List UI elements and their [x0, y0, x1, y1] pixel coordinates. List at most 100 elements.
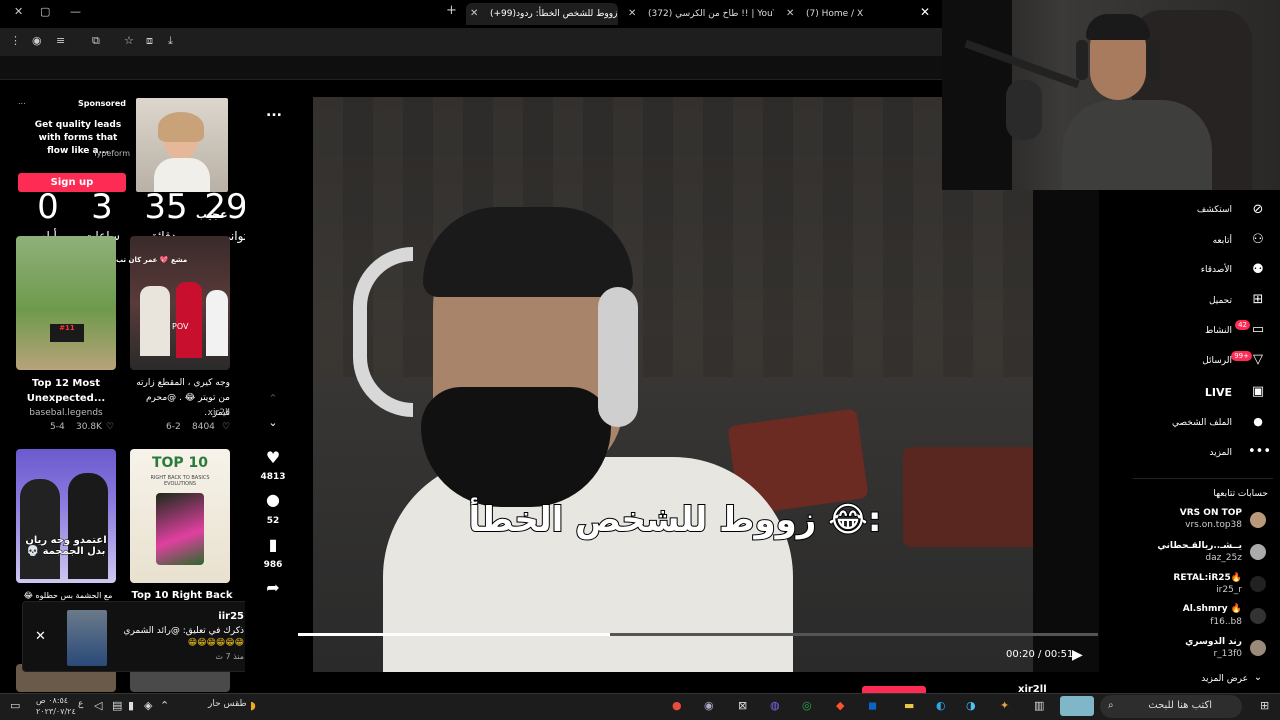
shield-icon[interactable]: ◈ [144, 699, 152, 712]
heart-icon[interactable]: ♥ [262, 448, 284, 467]
clock-time[interactable]: ٠٨:٥٤ ص [36, 696, 68, 705]
windows-start-icon[interactable]: ⊞ [1260, 699, 1269, 712]
app-icon-folder[interactable]: ▬ [904, 699, 914, 712]
chevron-down-icon[interactable]: ⌄ [1248, 672, 1268, 683]
app-icon-chrome[interactable]: ◎ [802, 699, 812, 712]
comment-icon[interactable]: ● [262, 490, 284, 509]
app-icon-edge[interactable]: ◐ [936, 699, 946, 712]
chevron-up-icon[interactable]: ⌃ [160, 699, 169, 712]
app-icon-copilot[interactable]: ✦ [1000, 699, 1009, 712]
bookmark-icon[interactable]: ▮ [262, 535, 284, 554]
menu-dots-icon[interactable]: ⋮ [10, 34, 21, 47]
tab-x[interactable]: ✕ (7) Home / X [782, 3, 912, 25]
weather-text[interactable]: طقس حار [208, 699, 247, 709]
close-window-icon[interactable]: ✕ [14, 5, 23, 18]
tab-tiktok[interactable]: ✕ (+99)زووط للشخص الخطأ: ردود [466, 3, 618, 25]
account-id[interactable]: vrs.on.top38 [1185, 520, 1242, 530]
extensions-icon[interactable]: ⧉ [92, 34, 100, 48]
search-highlight-image[interactable] [1060, 696, 1094, 716]
app-icon-discord[interactable]: ◍ [770, 699, 780, 712]
clock-date[interactable]: ٢٠٢٣/٠٧/٢٤ [36, 707, 76, 716]
progress-fill[interactable] [298, 633, 610, 636]
search-input[interactable]: اكتب هنا للبحث [1148, 700, 1212, 711]
account-id[interactable]: r_13f0 [1213, 649, 1242, 659]
share-icon[interactable]: ➦ [262, 578, 284, 597]
browser-tab-strip: ✕ ▢ — + ✕ (+99)زووط للشخص الخطأ: ردود ✕ … [0, 0, 942, 28]
app-icon-steam[interactable]: ◉ [704, 699, 714, 712]
feed-author[interactable]: basebal.legends [16, 408, 116, 418]
feed-card-thumbnail[interactable]: TOP 10 RIGHT BACK TO BASICS EVOLUTIONS [130, 449, 230, 583]
account-name[interactable]: VRS ON TOP [1180, 508, 1242, 518]
profile-icon[interactable]: ◉ [32, 34, 42, 47]
maximize-window-icon[interactable]: ▢ [40, 5, 50, 18]
account-name[interactable]: RETAL:iR25🔥 [1173, 573, 1242, 583]
feed-title[interactable]: Top 12 Most Unexpected... [16, 376, 116, 406]
tab-youtube[interactable]: ✕ (372) طاح من الكرسي !! | YouTube [624, 3, 774, 25]
ad-thumbnail[interactable] [136, 98, 228, 192]
microphone-icon[interactable]: ▮ [128, 699, 134, 712]
video-frame[interactable] [313, 97, 1033, 672]
notification-emojis: 😁😁😁😁😁😁 [187, 638, 244, 648]
messages-badge: 99+ [1231, 351, 1252, 361]
thumb-caption: TOP 10 [151, 455, 209, 471]
app-icon-edge-dev[interactable]: ◑ [966, 699, 976, 712]
language-indicator[interactable]: ع [78, 699, 83, 709]
nav-profile[interactable]: الملف الشخصي [1172, 418, 1232, 428]
close-tab-icon[interactable]: ✕ [628, 3, 636, 25]
ad-more-icon[interactable]: ... [18, 97, 26, 106]
app-icon-xbox[interactable]: ⊠ [738, 699, 747, 712]
star-icon[interactable]: ☆ [124, 34, 134, 47]
notification-user: iir25 [218, 611, 244, 622]
close-icon[interactable]: ✕ [35, 629, 46, 644]
heart-outline-icon: ♡ [106, 422, 115, 432]
app-icon-recorder[interactable]: ● [672, 699, 682, 712]
nav-friends[interactable]: الأصدقاء [1201, 265, 1232, 275]
account-name[interactable]: رند الدوسري [1185, 637, 1242, 647]
minimize-window-icon[interactable]: — [70, 5, 81, 18]
nav-live[interactable]: LIVE [1205, 386, 1232, 399]
nav-upload[interactable]: تحميل [1209, 296, 1232, 306]
feed-card-thumbnail[interactable]: #11 [16, 236, 116, 370]
follow-button[interactable] [862, 686, 926, 693]
network-icon[interactable]: ▤ [112, 699, 122, 712]
account-name[interactable]: Al.shmry 🔥 [1183, 604, 1242, 614]
avatar[interactable] [1250, 576, 1266, 592]
account-id[interactable]: daz_25z [1205, 553, 1242, 563]
video-caption: زووط للشخص الخطأ 😂: [468, 499, 883, 541]
following-header: حسابات تتابعها [1213, 489, 1268, 499]
account-id[interactable]: f16..b8 [1210, 617, 1242, 627]
avatar[interactable] [1250, 608, 1266, 624]
account-name[interactable]: يــشـ..ريالقـحطاني [1157, 541, 1242, 551]
account-id[interactable]: ir25_r [1216, 585, 1242, 595]
install-app-icon[interactable]: ⤓ [168, 34, 173, 48]
avatar[interactable] [1250, 640, 1266, 656]
close-tab-icon[interactable]: ✕ [470, 3, 478, 25]
chevron-down-icon[interactable]: ⌄ [262, 416, 284, 429]
taskbar-search[interactable]: ⌕ اكتب هنا للبحث [1100, 695, 1242, 718]
see-more-link[interactable]: عرض المزيد [1201, 674, 1248, 684]
player-more-icon[interactable]: ... [266, 104, 282, 120]
feed-card-thumbnail[interactable]: اعتمدو وجه ريان بدل الجمجمة 💀 [16, 449, 116, 583]
play-icon[interactable]: ▶ [1072, 647, 1083, 663]
playlist-icon[interactable]: ≡ [56, 34, 65, 47]
nav-messages[interactable]: الرسائل [1202, 356, 1232, 366]
notification-center-icon[interactable]: ▭ [10, 699, 20, 712]
app-icon-brave[interactable]: ◆ [836, 699, 844, 712]
profile-icon: ● [1253, 415, 1263, 428]
weather-icon[interactable]: ◗ [250, 699, 256, 712]
task-view-icon[interactable]: ▥ [1034, 699, 1044, 712]
avatar[interactable] [1250, 512, 1266, 528]
close-tab-icon[interactable]: ✕ [786, 3, 794, 25]
chevron-up-icon[interactable]: ⌃ [262, 392, 284, 405]
new-tab-button[interactable]: + [446, 3, 457, 18]
friends-icon: ⚉ [1252, 262, 1264, 277]
feed-author[interactable]: xir2ll [130, 408, 230, 418]
nav-activity[interactable]: النشاط [1205, 326, 1232, 336]
app-icon-outlook[interactable]: ◼ [868, 699, 877, 712]
screenshot-icon[interactable]: ⧈ [146, 34, 153, 48]
nav-following[interactable]: أتابعه [1213, 236, 1232, 246]
avatar[interactable] [1250, 544, 1266, 560]
nav-more[interactable]: المزيد [1209, 448, 1232, 458]
nav-explore[interactable]: استكشف [1197, 205, 1232, 215]
speaker-icon[interactable]: ◁ [94, 699, 102, 712]
